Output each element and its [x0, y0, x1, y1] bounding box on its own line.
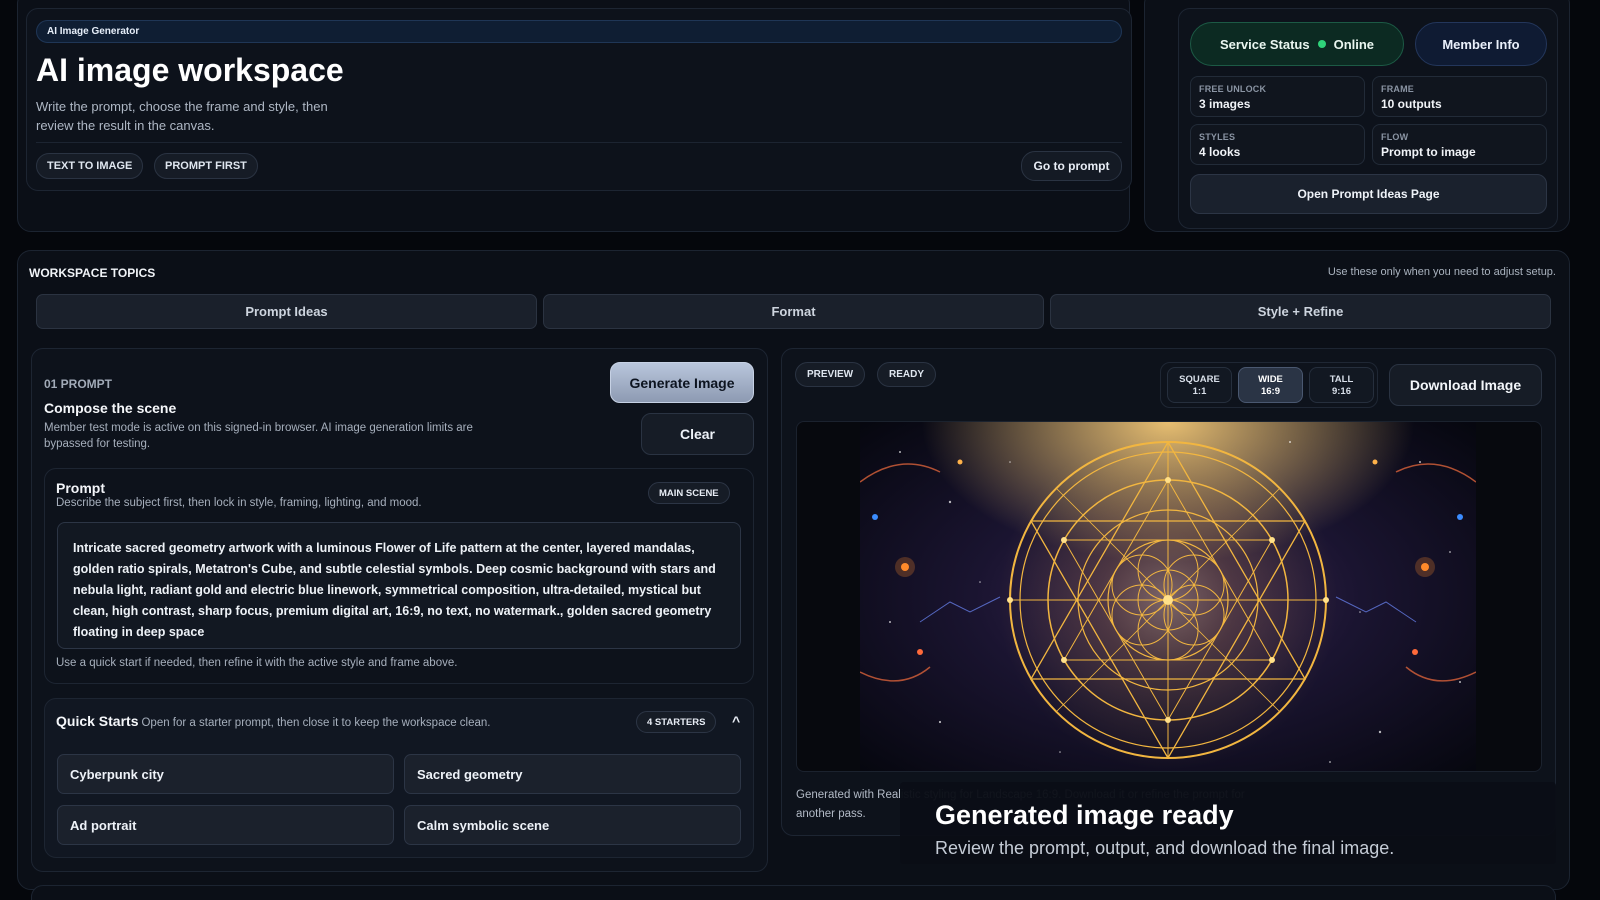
- ratio-name: WIDE: [1258, 374, 1283, 385]
- clear-button[interactable]: Clear: [641, 413, 754, 455]
- download-image-button[interactable]: Download Image: [1389, 364, 1542, 406]
- tab-format[interactable]: Format: [543, 294, 1044, 329]
- stat-frame: FRAME 10 outputs: [1372, 76, 1547, 117]
- ratio-value: 9:16: [1331, 386, 1351, 397]
- starter-ad-portrait[interactable]: Ad portrait: [57, 805, 394, 845]
- stat-value: 3 images: [1199, 97, 1251, 111]
- service-status-label: Service Status: [1219, 36, 1310, 52]
- stat-styles: STYLES 4 looks: [1190, 124, 1365, 165]
- open-prompt-ideas-button[interactable]: Open Prompt Ideas Page: [1190, 174, 1547, 214]
- canvas-frame: [796, 421, 1542, 772]
- generate-image-button[interactable]: Generate Image: [610, 362, 754, 403]
- ratio-value: 1:1: [1192, 386, 1207, 397]
- stat-key: FRAME: [1381, 84, 1414, 94]
- app-tag: AI Image Generator: [36, 20, 1122, 43]
- quick-starts-subtitle: Open for a starter prompt, then close it…: [141, 717, 491, 729]
- tab-prompt-ideas[interactable]: Prompt Ideas: [36, 294, 537, 329]
- toast-subtitle: Review the prompt, output, and download …: [935, 838, 1395, 858]
- quick-starts-title: Quick Starts: [56, 713, 139, 729]
- stat-value: 4 looks: [1199, 145, 1241, 159]
- workspace-topics-heading: WORKSPACE TOPICS: [29, 266, 156, 280]
- ratio-square[interactable]: SQUARE 1:1: [1167, 367, 1232, 403]
- main-scene-badge: MAIN SCENE: [648, 482, 730, 504]
- prompt-textarea[interactable]: Intricate sacred geometry artwork with a…: [57, 522, 741, 649]
- ratio-wide[interactable]: WIDE 16:9: [1238, 367, 1303, 403]
- tab-style-refine[interactable]: Style + Refine: [1050, 294, 1551, 329]
- chip-prompt-first[interactable]: PROMPT FIRST: [154, 153, 258, 179]
- online-dot-icon: [1317, 40, 1326, 48]
- stat-key: FREE UNLOCK: [1199, 84, 1267, 94]
- prompt-box-subtitle: Describe the subject first, then lock in…: [56, 497, 422, 509]
- stat-key: FLOW: [1381, 132, 1409, 142]
- ratio-name: SQUARE: [1179, 374, 1220, 385]
- collapse-chevron-icon[interactable]: ^: [732, 713, 740, 729]
- ratio-name: TALL: [1329, 374, 1354, 385]
- service-status-state: Online: [1333, 36, 1375, 52]
- go-to-prompt-button[interactable]: Go to prompt: [1021, 151, 1122, 181]
- section-tag: 01 PROMPT: [44, 377, 113, 391]
- starters-count-badge: 4 STARTERS: [636, 711, 717, 733]
- preview-badge: PREVIEW: [795, 362, 866, 387]
- starter-cyberpunk-city[interactable]: Cyberpunk city: [57, 754, 394, 794]
- starter-calm-symbolic-scene[interactable]: Calm symbolic scene: [404, 805, 741, 845]
- stat-value: 10 outputs: [1381, 97, 1442, 111]
- page-title: AI image workspace: [36, 52, 344, 88]
- member-info-button[interactable]: Member Info: [1415, 22, 1547, 66]
- hero-divider: [36, 142, 1122, 143]
- ratio-value: 16:9: [1260, 386, 1280, 397]
- next-section-edge: [31, 885, 1556, 900]
- ready-badge: READY: [877, 362, 937, 387]
- ratio-tall[interactable]: TALL 9:16: [1309, 367, 1374, 403]
- generated-image: [860, 422, 1476, 771]
- service-status-pill[interactable]: Service Status Online: [1190, 22, 1404, 66]
- starter-sacred-geometry[interactable]: Sacred geometry: [404, 754, 741, 794]
- stat-free-unlock: FREE UNLOCK 3 images: [1190, 76, 1365, 117]
- workspace-topics-note: Use these only when you need to adjust s…: [1327, 266, 1556, 278]
- stat-flow: FLOW Prompt to image: [1372, 124, 1547, 165]
- chip-text-to-image[interactable]: TEXT TO IMAGE: [36, 153, 144, 179]
- section-title: Compose the scene: [44, 400, 177, 416]
- section-description: Member test mode is active on this signe…: [44, 422, 473, 450]
- page-subtitle: Write the prompt, choose the frame and s…: [36, 99, 328, 133]
- stat-key: STYLES: [1199, 132, 1236, 142]
- toast-title: Generated image ready: [935, 800, 1234, 830]
- quick-starts-header[interactable]: Quick Starts Open for a starter prompt, t…: [56, 713, 491, 729]
- prompt-hint: Use a quick start if needed, then refine…: [56, 657, 458, 669]
- prompt-box-title: Prompt: [56, 480, 105, 496]
- stat-value: Prompt to image: [1381, 145, 1476, 159]
- toast-notification: Generated image ready Review the prompt,…: [900, 782, 1556, 864]
